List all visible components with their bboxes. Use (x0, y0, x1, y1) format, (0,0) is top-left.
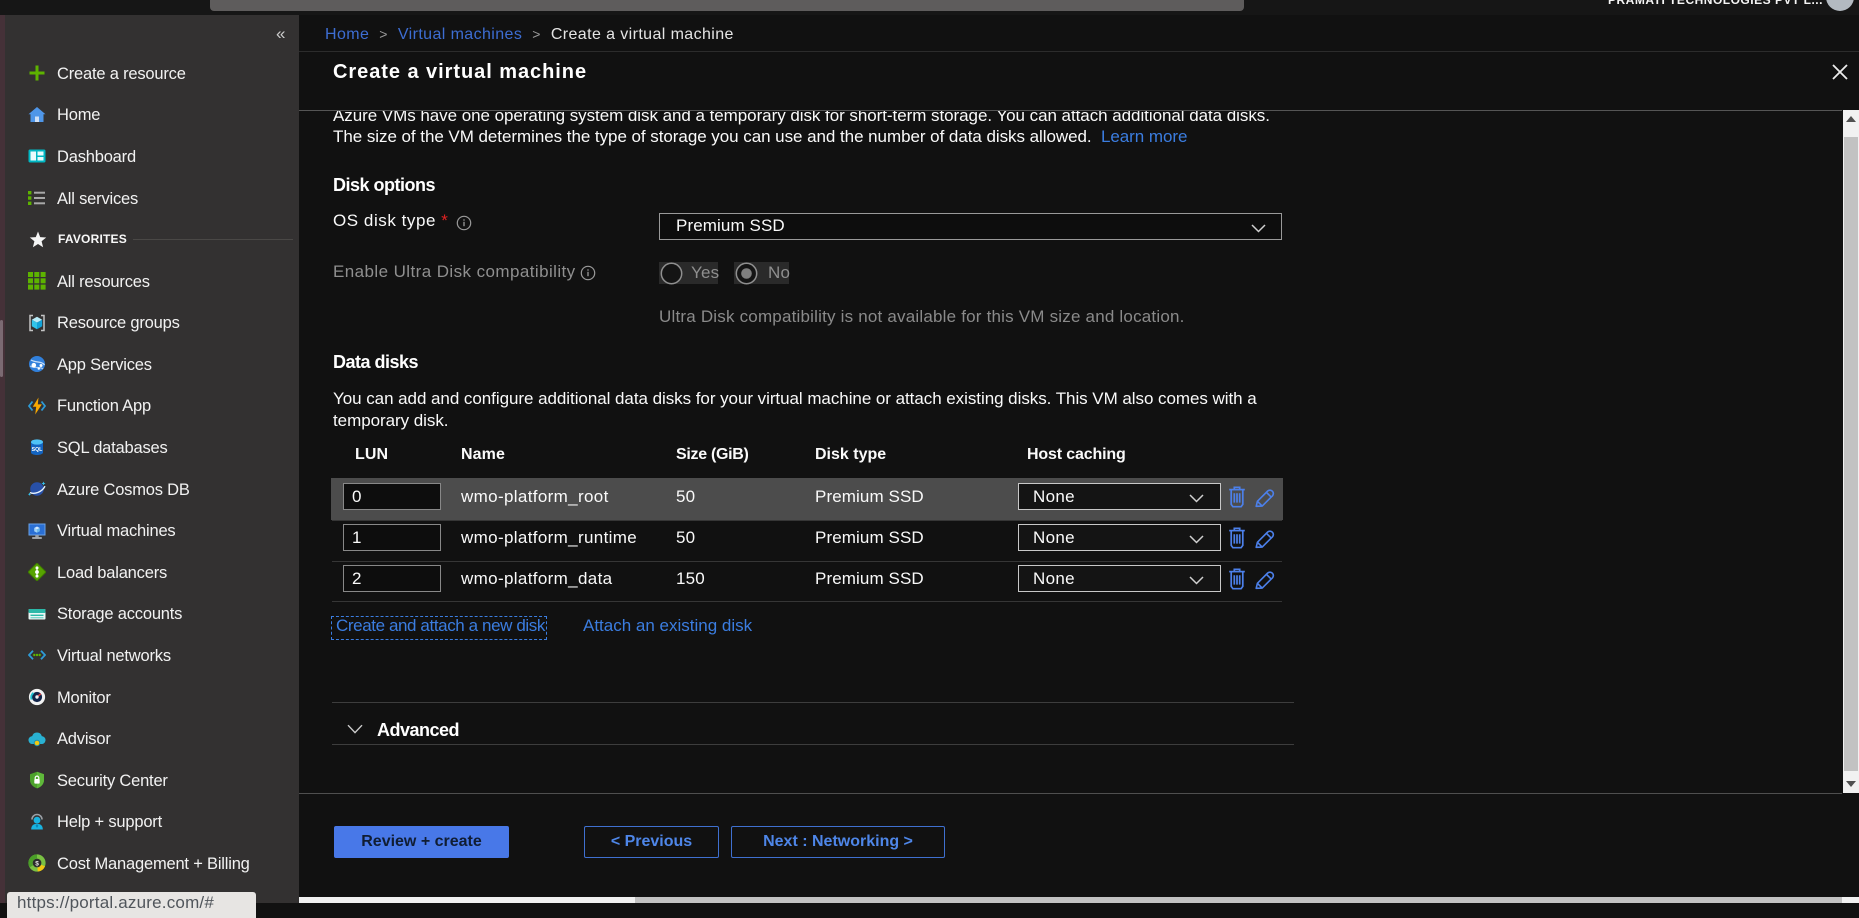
svg-text:SQL: SQL (32, 447, 43, 453)
svg-text:$: $ (35, 860, 39, 867)
